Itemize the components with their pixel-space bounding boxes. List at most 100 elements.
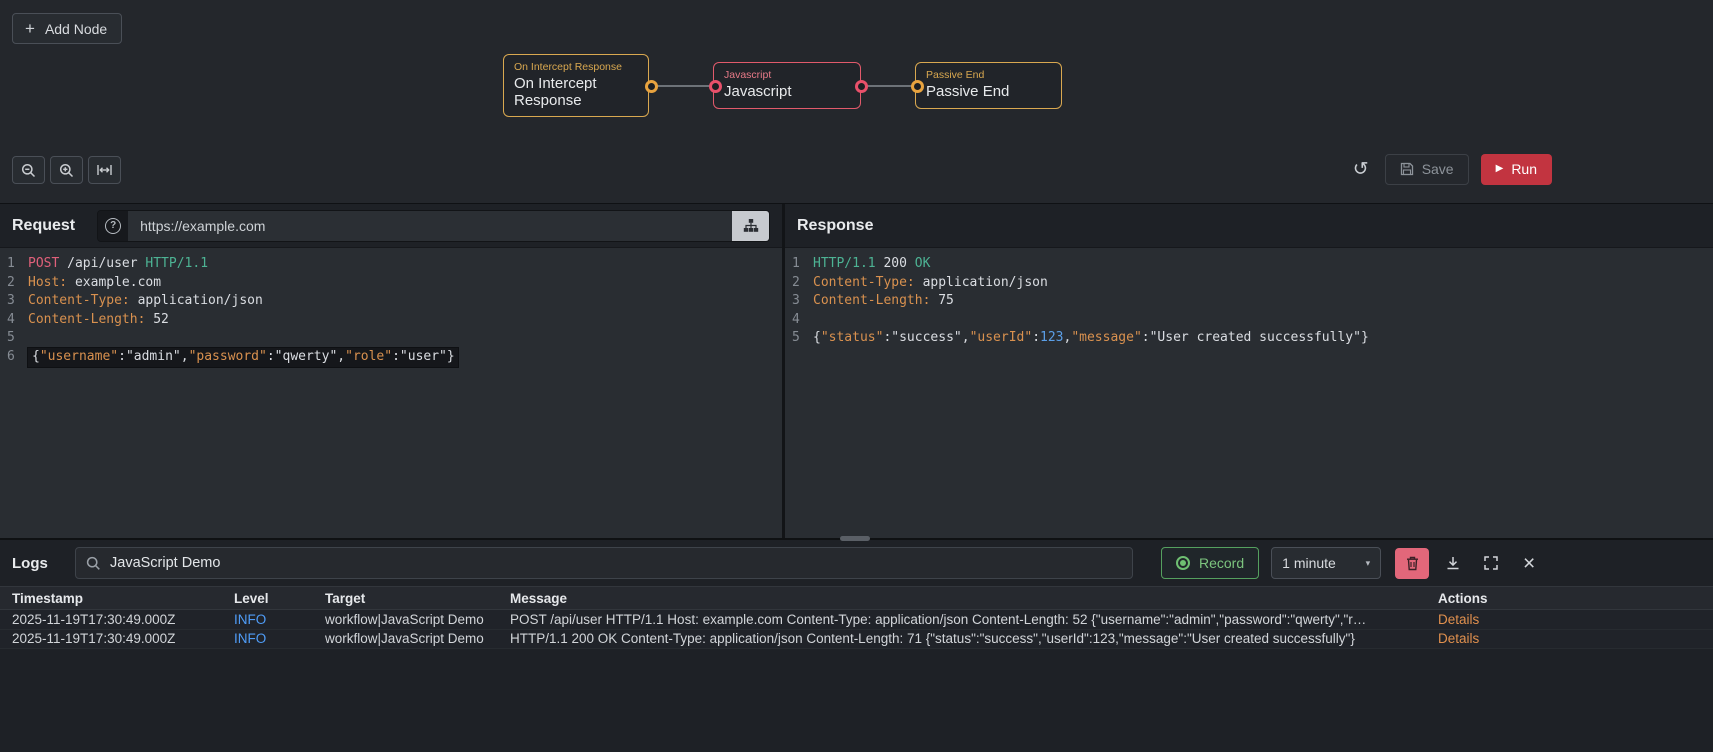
request-panel: Request ? 1 POST /api/user HTTP/1.1 2 Host:… bbox=[0, 204, 782, 538]
add-node-button[interactable]: + Add Node bbox=[12, 13, 123, 44]
response-title: Response bbox=[797, 216, 874, 234]
logs-panel: Logs Record 1 minute ▾ × bbox=[0, 540, 1713, 752]
log-timestamp: 2025-11-19T17:30:49.000Z bbox=[12, 631, 176, 647]
column-header: Timestamp bbox=[12, 590, 84, 606]
response-editor[interactable]: 1 HTTP/1.1 200 OK 2 Content-Type: applicati… bbox=[785, 248, 1713, 538]
add-node-label: Add Node bbox=[44, 20, 108, 37]
save-label: Save bbox=[1421, 161, 1454, 177]
log-target: workflow|JavaScript Demo bbox=[325, 611, 484, 627]
sitemap-button[interactable] bbox=[732, 210, 769, 241]
logs-search-input[interactable] bbox=[110, 555, 1122, 571]
save-button[interactable]: Save bbox=[1384, 153, 1469, 185]
edge-javascript-to-passive-end bbox=[861, 85, 917, 87]
line-number: 4 bbox=[792, 311, 800, 327]
output-port-javascript[interactable] bbox=[855, 80, 868, 93]
input-port-javascript[interactable] bbox=[709, 80, 722, 93]
code-text: Host: example.com bbox=[28, 274, 162, 290]
node-passive-end[interactable]: Passive End Passive End bbox=[915, 62, 1062, 109]
search-icon bbox=[86, 556, 100, 570]
node-javascript[interactable]: Javascript Javascript bbox=[713, 62, 861, 109]
line-number: 2 bbox=[792, 274, 800, 290]
logs-table-body: 2025-11-19T17:30:49.000Z INFO workflow|Jav… bbox=[0, 610, 1713, 649]
line-number: 1 bbox=[7, 256, 15, 271]
column-header: Actions bbox=[1438, 590, 1488, 606]
code-text: Content-Length: 52 bbox=[28, 311, 169, 327]
edge-intercept-to-javascript bbox=[651, 85, 715, 87]
log-details-link[interactable]: Details bbox=[1428, 612, 1713, 627]
record-label: Record bbox=[1199, 555, 1245, 571]
line-number: 5 bbox=[792, 330, 800, 346]
zoom-toolbar bbox=[12, 156, 121, 184]
clear-logs-button[interactable] bbox=[1395, 547, 1430, 579]
zoom-in-button[interactable] bbox=[50, 156, 83, 184]
line-number: 5 bbox=[7, 330, 15, 346]
play-icon: ▶ bbox=[1495, 163, 1504, 174]
line-number: 3 bbox=[7, 293, 15, 309]
column-header: Level bbox=[234, 590, 269, 606]
node-title: On Intercept Response bbox=[514, 75, 597, 110]
logs-resize-handle[interactable] bbox=[0, 536, 1713, 541]
zoom-in-icon bbox=[59, 163, 73, 177]
line-number: 1 bbox=[792, 256, 800, 271]
workflow-canvas[interactable]: + Add Node On Intercept Response On Inte… bbox=[0, 0, 1713, 204]
code-line: 6 {"username":"admin","password":"qwerty"… bbox=[0, 347, 782, 367]
sitemap-icon bbox=[743, 219, 758, 232]
plus-icon: + bbox=[25, 19, 35, 38]
log-timestamp: 2025-11-19T17:30:49.000Z bbox=[12, 611, 176, 627]
zoom-out-button[interactable] bbox=[12, 156, 45, 184]
editors-row: Request ? 1 POST /api/user HTTP/1.1 2 Host:… bbox=[0, 204, 1713, 538]
log-level: INFO bbox=[234, 631, 267, 647]
fullscreen-button[interactable] bbox=[1477, 549, 1505, 577]
log-details-link[interactable]: Details bbox=[1428, 631, 1713, 646]
code-text: Content-Length: 75 bbox=[813, 293, 954, 309]
fit-view-button[interactable] bbox=[88, 156, 121, 184]
close-logs-button[interactable]: × bbox=[1515, 549, 1543, 577]
node-title: Javascript bbox=[724, 83, 792, 100]
code-line: 2 Content-Type: application/json bbox=[785, 274, 1713, 293]
code-line: 3 Content-Length: 75 bbox=[785, 292, 1713, 311]
canvas-actions-toolbar: ↺ Save ▶ Run bbox=[1349, 153, 1552, 185]
code-text: POST /api/user HTTP/1.1 bbox=[28, 256, 209, 271]
log-row[interactable]: 2025-11-19T17:30:49.000Z INFO workflow|Jav… bbox=[0, 610, 1713, 630]
request-editor[interactable]: 1 POST /api/user HTTP/1.1 2 Host: example.c… bbox=[0, 248, 782, 538]
code-text: HTTP/1.1 200 OK bbox=[813, 256, 931, 271]
output-port-intercept[interactable] bbox=[645, 80, 658, 93]
undo-icon: ↺ bbox=[1352, 158, 1369, 180]
url-input[interactable] bbox=[128, 210, 732, 241]
interval-select[interactable]: 1 minute ▾ bbox=[1271, 547, 1382, 579]
chevron-down-icon: ▾ bbox=[1365, 557, 1371, 568]
logs-table: Timestamp Level Target Message Actions 2025-… bbox=[0, 586, 1713, 752]
line-number: 3 bbox=[792, 293, 800, 309]
log-row[interactable]: 2025-11-19T17:30:49.000Z INFO workflow|Jav… bbox=[0, 629, 1713, 649]
interval-value: 1 minute bbox=[1282, 555, 1336, 571]
help-icon: ? bbox=[105, 217, 122, 234]
code-line: 4 bbox=[785, 311, 1713, 330]
log-level: INFO bbox=[234, 611, 267, 627]
logs-search[interactable] bbox=[75, 547, 1133, 579]
record-button[interactable]: Record bbox=[1161, 547, 1260, 579]
trash-icon bbox=[1406, 556, 1418, 570]
run-button[interactable]: ▶ Run bbox=[1480, 153, 1552, 185]
url-bar: ? bbox=[97, 209, 770, 242]
download-logs-button[interactable] bbox=[1439, 549, 1467, 577]
node-on-intercept-response[interactable]: On Intercept Response On Intercept Respo… bbox=[503, 54, 649, 117]
code-line: 4 Content-Length: 52 bbox=[0, 311, 782, 330]
undo-button[interactable]: ↺ bbox=[1349, 155, 1373, 183]
log-message: POST /api/user HTTP/1.1 Host: example.co… bbox=[510, 611, 1367, 627]
response-header: Response bbox=[785, 204, 1713, 248]
download-icon bbox=[1447, 557, 1459, 570]
request-title: Request bbox=[12, 216, 76, 234]
help-button[interactable]: ? bbox=[98, 210, 129, 241]
line-number: 2 bbox=[7, 274, 15, 290]
code-line: 5 {"status":"success","userId":123,"messa… bbox=[785, 329, 1713, 348]
code-line: 1 HTTP/1.1 200 OK bbox=[785, 255, 1713, 274]
code-text: Content-Type: application/json bbox=[28, 293, 263, 309]
input-port-passive-end[interactable] bbox=[911, 80, 924, 93]
logs-table-header: Timestamp Level Target Message Actions bbox=[0, 586, 1713, 610]
response-panel: Response 1 HTTP/1.1 200 OK 2 Content-Type: … bbox=[785, 204, 1713, 538]
fit-width-icon bbox=[97, 165, 112, 175]
code-line: 5 bbox=[0, 329, 782, 348]
resize-grip[interactable] bbox=[840, 536, 870, 541]
